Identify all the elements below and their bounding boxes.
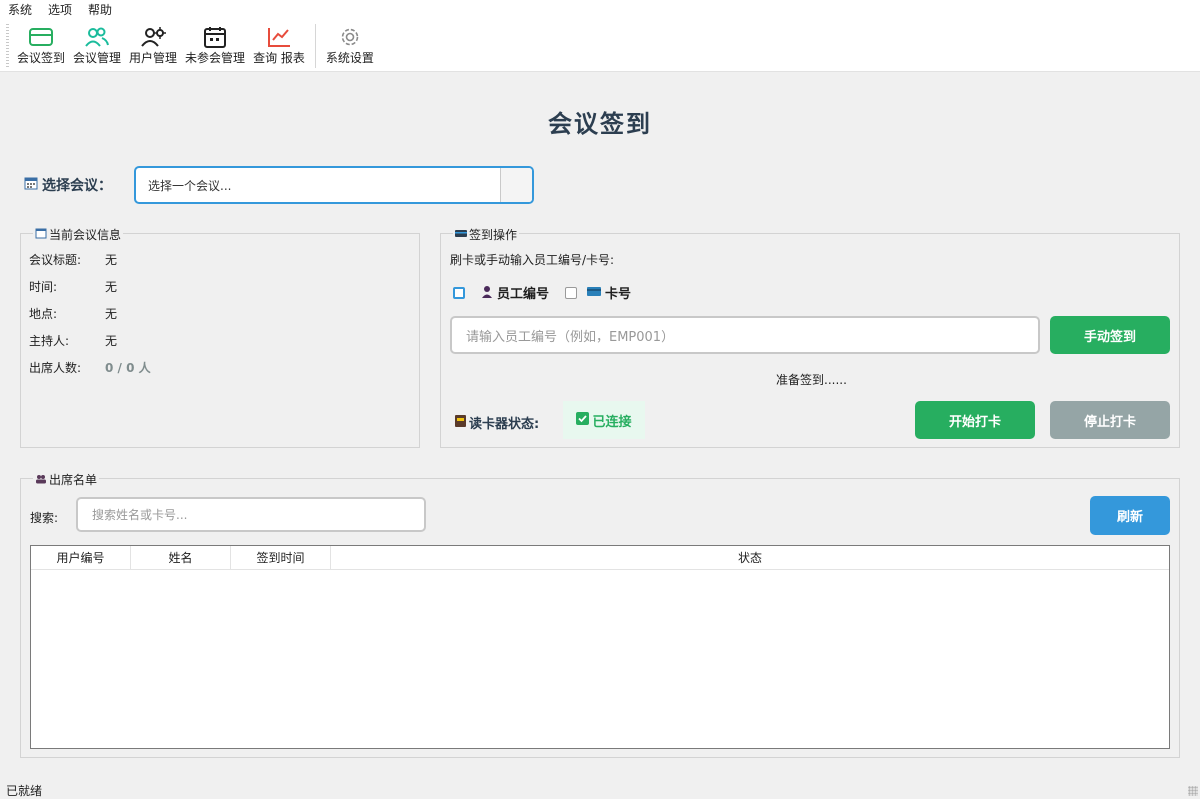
column-header-status[interactable]: 状态 (331, 546, 1169, 570)
people-icon (35, 472, 47, 487)
meeting-info-group: 当前会议信息 会议标题: 无 时间: 无 地点: 无 主持人: 无 出席人数: 0 / 0… (20, 226, 420, 448)
info-value: 无 (105, 307, 118, 321)
checkin-status-text: 准备签到...... (776, 373, 847, 387)
page-title: 会议签到 (548, 109, 652, 138)
search-placeholder: 搜索姓名或卡号... (92, 508, 188, 522)
chart-icon (265, 24, 293, 50)
card-number-option[interactable]: 卡号 (587, 283, 631, 302)
card-number-label: 卡号 (605, 287, 632, 302)
toolbar-users-label: 用户管理 (129, 51, 178, 65)
menu-options[interactable]: 选项 (40, 0, 80, 20)
card-icon (455, 227, 467, 242)
search-input[interactable]: 搜索姓名或卡号... (76, 497, 426, 532)
employee-id-placeholder: 请输入员工编号（例如，EMP001） (466, 329, 675, 345)
card-icon (27, 24, 55, 50)
calendar-icon (35, 227, 47, 242)
users-icon (83, 24, 111, 50)
start-punch-button[interactable]: 开始打卡 (915, 401, 1035, 439)
toolbar-meetings-label: 会议管理 (73, 51, 122, 65)
toolbar-settings-label: 系统设置 (325, 51, 374, 65)
toolbar-absent-button[interactable]: 未参会管理 (181, 20, 249, 72)
toolbar-separator (314, 24, 316, 68)
checkin-title: 签到操作 (469, 228, 518, 242)
card-reader-icon (455, 414, 466, 431)
reader-status-value: 已连接 (592, 414, 632, 430)
attendance-count: 0 / 0 人 (105, 361, 151, 375)
meeting-select-combobox[interactable]: 选择一个会议... (134, 166, 534, 204)
checkin-legend: 签到操作 (453, 226, 520, 243)
employee-id-option[interactable]: 员工编号 (481, 283, 549, 302)
search-label: 搜索: (30, 511, 59, 525)
attendance-title: 出席名单 (49, 473, 98, 487)
employee-id-checkbox[interactable] (453, 286, 465, 299)
toolbar-reports-button[interactable]: 查询 报表 (249, 20, 309, 72)
toolbar-checkin-button[interactable]: 会议签到 (13, 20, 69, 72)
resize-grip[interactable] (1188, 786, 1198, 796)
meeting-info-legend: 当前会议信息 (33, 226, 124, 243)
toolbar-settings-button[interactable]: 系统设置 (322, 20, 378, 72)
info-key: 出席人数: (29, 361, 82, 375)
info-value: 无 (105, 280, 118, 294)
reader-status-badge: 已连接 (563, 401, 645, 439)
info-key: 会议标题: (29, 253, 82, 267)
menu-bar: 系统 选项 帮助 (0, 0, 1200, 20)
menu-help[interactable]: 帮助 (80, 0, 120, 20)
toolbar-users-button[interactable]: 用户管理 (125, 20, 181, 72)
info-row-attendance: 出席人数: 0 / 0 人 (29, 359, 151, 376)
manual-checkin-button[interactable]: 手动签到 (1050, 316, 1170, 354)
employee-id-label: 员工编号 (497, 287, 550, 302)
toolbar-grip[interactable] (6, 24, 9, 68)
info-row-time: 时间: 无 (29, 278, 117, 295)
column-header-name[interactable]: 姓名 (131, 546, 231, 570)
checkin-hint: 刷卡或手动输入员工编号/卡号: (450, 253, 615, 267)
meeting-info-title: 当前会议信息 (49, 228, 122, 242)
calendar-icon (201, 24, 229, 50)
meeting-select-row: 选择会议： (24, 166, 112, 204)
meeting-select-label-wrap: 选择会议： (24, 175, 112, 195)
meeting-select-label: 选择会议： (42, 178, 112, 194)
stop-punch-button[interactable]: 停止打卡 (1050, 401, 1170, 439)
info-key: 主持人: (29, 334, 70, 348)
info-key: 时间: (29, 280, 58, 294)
card-icon (587, 285, 602, 301)
refresh-button[interactable]: 刷新 (1090, 496, 1170, 535)
info-value: 无 (105, 253, 118, 267)
table-header: 用户编号 姓名 签到时间 状态 (31, 546, 1169, 570)
person-icon (481, 284, 493, 302)
checkin-mode-options: 员工编号 卡号 (453, 283, 631, 302)
status-bar-text: 已就绪 (6, 784, 43, 798)
column-header-checkin-time[interactable]: 签到时间 (231, 546, 331, 570)
toolbar-reports-label: 查询 报表 (253, 51, 305, 65)
meeting-select-value: 选择一个会议... (148, 178, 232, 193)
info-value: 无 (105, 334, 118, 348)
toolbar: 会议签到 会议管理 用户管理 未参会管理 查询 报表 系统设置 (0, 20, 1200, 72)
reader-status-label: 读卡器状态: (469, 417, 540, 432)
info-row-location: 地点: 无 (29, 305, 117, 322)
menu-system[interactable]: 系统 (0, 0, 40, 20)
user-gear-icon (139, 24, 167, 50)
check-icon (576, 411, 590, 429)
employee-id-input[interactable]: 请输入员工编号（例如，EMP001） (450, 316, 1040, 354)
toolbar-checkin-label: 会议签到 (17, 51, 66, 65)
calendar-icon (24, 176, 38, 194)
gear-icon (336, 24, 364, 50)
column-header-user-id[interactable]: 用户编号 (31, 546, 131, 570)
info-row-host: 主持人: 无 (29, 332, 117, 349)
toolbar-absent-label: 未参会管理 (185, 51, 246, 65)
info-row-title: 会议标题: 无 (29, 251, 117, 268)
attendance-table[interactable]: 用户编号 姓名 签到时间 状态 (30, 545, 1170, 749)
toolbar-meetings-button[interactable]: 会议管理 (69, 20, 125, 72)
reader-status-label-wrap: 读卡器状态: (455, 413, 539, 432)
card-number-checkbox[interactable] (565, 286, 578, 299)
attendance-legend: 出席名单 (33, 471, 100, 488)
info-key: 地点: (29, 307, 58, 321)
combo-dropdown-button[interactable] (500, 168, 532, 202)
